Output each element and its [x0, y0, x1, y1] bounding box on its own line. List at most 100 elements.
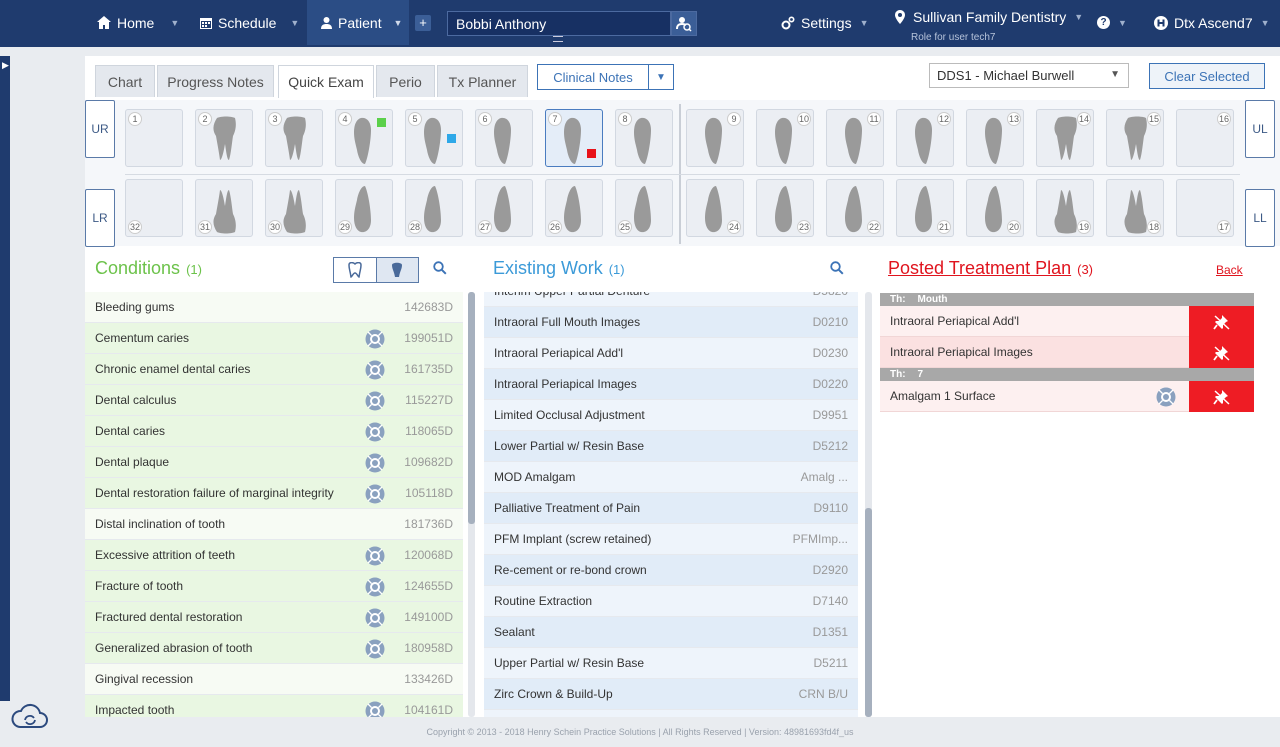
existing-work-row[interactable]: Palliative Treatment of Pain D9110 [484, 493, 858, 524]
tooth-26[interactable]: 26 [545, 179, 603, 237]
condition-row[interactable]: Chronic enamel dental caries 161735D [85, 354, 463, 385]
favorite-tooth-icon[interactable] [365, 360, 385, 380]
quadrant-ll-button[interactable]: LL [1245, 189, 1275, 247]
conditions-scroll-thumb[interactable] [468, 292, 475, 524]
favorite-tooth-icon[interactable] [365, 391, 385, 411]
existing-work-row[interactable]: Upper Partial w/ Resin Base D5211 [484, 648, 858, 679]
tooth-21[interactable]: 21 [896, 179, 954, 237]
tooth-4[interactable]: 4 [335, 109, 393, 167]
tooth-10[interactable]: 10 [756, 109, 814, 167]
chevron-down-icon[interactable]: ▼ [290, 18, 299, 28]
favorite-tooth-icon[interactable] [365, 484, 385, 504]
nav-settings[interactable]: Settings ▼ [781, 0, 869, 45]
favorite-tooth-icon[interactable] [365, 608, 385, 628]
existing-work-row[interactable]: Lower Partial w/ Resin Base D5212 [484, 431, 858, 462]
favorite-tooth-icon[interactable] [365, 422, 385, 442]
nav-home[interactable]: Home ▼ [97, 0, 179, 45]
condition-row[interactable]: Dental plaque 109682D [85, 447, 463, 478]
quadrant-ul-button[interactable]: UL [1245, 100, 1275, 158]
unpost-button[interactable] [1189, 381, 1254, 412]
condition-row[interactable]: Distal inclination of tooth 181736D [85, 509, 463, 540]
tab-progress-notes[interactable]: Progress Notes [157, 65, 274, 97]
existing-work-scroll-thumb[interactable] [865, 508, 872, 717]
existing-work-row[interactable]: Zirc Crown & Build-Up CRN B/U [484, 679, 858, 710]
chevron-down-icon[interactable]: ▼ [860, 18, 869, 28]
unpost-button[interactable] [1189, 306, 1254, 337]
condition-row[interactable]: Fractured dental restoration 149100D [85, 602, 463, 633]
tooth-19[interactable]: 19 [1036, 179, 1094, 237]
tab-perio[interactable]: Perio [376, 65, 435, 97]
chevron-down-icon[interactable]: ▼ [649, 65, 673, 89]
tooth-5[interactable]: 5 [405, 109, 463, 167]
clinical-notes-split-button[interactable]: Clinical Notes ▼ [537, 64, 674, 90]
search-icon[interactable] [830, 261, 844, 275]
tooth-9[interactable]: 9 [686, 109, 744, 167]
tooth-8[interactable]: 8 [615, 109, 673, 167]
tooth-20[interactable]: 20 [966, 179, 1024, 237]
tab-quick-exam[interactable]: Quick Exam [278, 65, 374, 98]
tooth-30[interactable]: 30 [265, 179, 323, 237]
posted-plan-row[interactable]: Amalgam 1 Surface [880, 381, 1254, 412]
add-patient-button[interactable]: + [415, 15, 431, 31]
tab-tx-planner[interactable]: Tx Planner [437, 65, 528, 97]
favorite-tooth-icon[interactable] [365, 453, 385, 473]
tooth-15[interactable]: 15 [1106, 109, 1164, 167]
existing-work-row[interactable]: Intraoral Periapical Images D0220 [484, 369, 858, 400]
condition-row[interactable]: Generalized abrasion of tooth 180958D [85, 633, 463, 664]
side-drawer-handle[interactable]: ▶ [0, 56, 10, 701]
incisor-view-button[interactable] [375, 258, 418, 282]
tooth-13[interactable]: 13 [966, 109, 1024, 167]
condition-row[interactable]: Bleeding gums 142683D [85, 292, 463, 323]
condition-row[interactable]: Cementum caries 199051D [85, 323, 463, 354]
provider-select[interactable]: DDS1 - Michael Burwell ▼ [929, 63, 1129, 88]
clinical-notes-button[interactable]: Clinical Notes [538, 65, 649, 89]
tooth-7[interactable]: 7 [545, 109, 603, 167]
chevron-down-icon[interactable]: ▼ [170, 18, 179, 28]
clear-selected-button[interactable]: Clear Selected [1149, 63, 1265, 89]
tooth-11[interactable]: 11 [826, 109, 884, 167]
existing-work-row[interactable]: MOD Amalgam Amalg ... [484, 462, 858, 493]
chevron-down-icon[interactable]: ▼ [1118, 18, 1127, 28]
tooth-27[interactable]: 27 [475, 179, 533, 237]
quadrant-ur-button[interactable]: UR [85, 100, 115, 158]
back-link[interactable]: Back [1216, 263, 1243, 277]
condition-row[interactable]: Fracture of tooth 124655D [85, 571, 463, 602]
favorite-tooth-icon[interactable] [365, 546, 385, 566]
tooth-3[interactable]: 3 [265, 109, 323, 167]
chevron-down-icon[interactable]: ▼ [1074, 12, 1083, 22]
favorite-tooth-icon[interactable] [365, 329, 385, 349]
nav-patient[interactable]: Patient [307, 0, 387, 45]
posted-plan-row[interactable]: Intraoral Periapical Images [880, 337, 1254, 368]
tooth-31[interactable]: 31 [195, 179, 253, 237]
unpost-button[interactable] [1189, 337, 1254, 368]
condition-row[interactable]: Excessive attrition of teeth 120068D [85, 540, 463, 571]
tooth-18[interactable]: 18 [1106, 179, 1164, 237]
molar-view-button[interactable] [334, 258, 376, 282]
tooth-1[interactable]: 1 [125, 109, 183, 167]
tooth-12[interactable]: 12 [896, 109, 954, 167]
existing-work-scrollbar[interactable] [865, 292, 872, 717]
tooth-22[interactable]: 22 [826, 179, 884, 237]
collapse-header-handle[interactable] [553, 36, 563, 42]
patient-search-input[interactable]: Bobbi Anthony [447, 11, 671, 36]
tooth-view-toggle[interactable] [333, 257, 419, 283]
existing-work-row[interactable]: Sealant D1351 [484, 617, 858, 648]
existing-work-row[interactable]: Limited Occlusal Adjustment D9951 [484, 400, 858, 431]
tooth-29[interactable]: 29 [335, 179, 393, 237]
posted-plan-row[interactable]: Intraoral Periapical Add'l [880, 306, 1254, 337]
tooth-2[interactable]: 2 [195, 109, 253, 167]
tooth-28[interactable]: 28 [405, 179, 463, 237]
tooth-14[interactable]: 14 [1036, 109, 1094, 167]
nav-schedule[interactable]: Schedule ▼ [200, 0, 299, 45]
condition-row[interactable]: Dental caries 118065D [85, 416, 463, 447]
nav-help[interactable]: ? ▼ [1097, 0, 1127, 45]
favorite-tooth-icon[interactable] [365, 639, 385, 659]
tooth-16[interactable]: 16 [1176, 109, 1234, 167]
nav-user[interactable]: Dtx Ascend7 ▼ [1154, 0, 1270, 45]
quadrant-lr-button[interactable]: LR [85, 189, 115, 247]
existing-work-row[interactable]: PFM Implant (screw retained) PFMImp... [484, 524, 858, 555]
condition-row[interactable]: Dental restoration failure of marginal i… [85, 478, 463, 509]
condition-row[interactable]: Dental calculus 115227D [85, 385, 463, 416]
search-icon[interactable] [433, 261, 447, 275]
existing-work-row[interactable]: Re-cement or re-bond crown D2920 [484, 555, 858, 586]
